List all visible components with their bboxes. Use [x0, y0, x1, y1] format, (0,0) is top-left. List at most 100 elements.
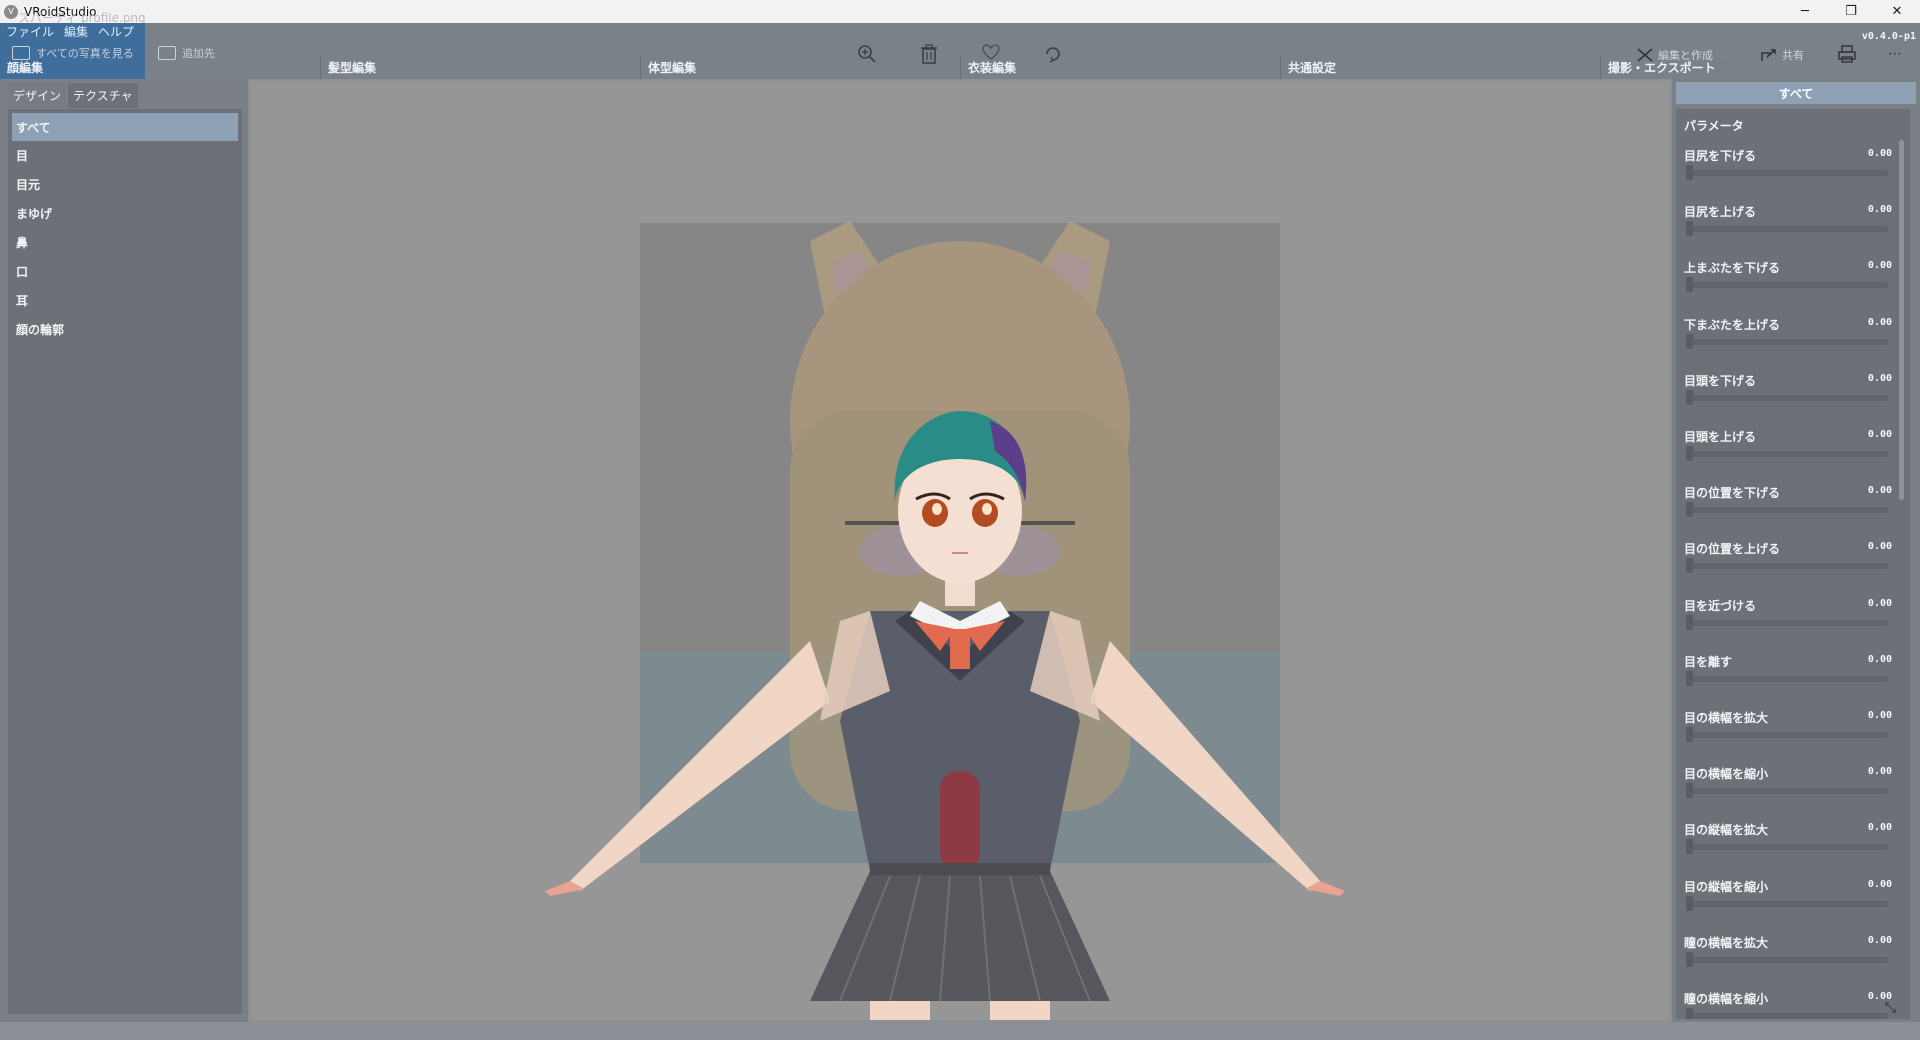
tab-design[interactable]: デザイン	[8, 83, 67, 108]
tab-all-params[interactable]: すべて	[1676, 82, 1916, 104]
menu-edit[interactable]: 編集	[64, 23, 88, 43]
category-item-all[interactable]: すべて	[12, 113, 238, 141]
param-slider[interactable]	[1688, 563, 1888, 570]
tab-common-settings[interactable]: 共通設定	[1280, 56, 1600, 79]
tab-body-edit[interactable]: 体型編集	[640, 56, 960, 79]
tab-face-edit[interactable]: 顔編集	[0, 56, 320, 79]
slider-handle[interactable]	[1686, 614, 1693, 630]
param-slider[interactable]	[1688, 675, 1888, 682]
slider-handle[interactable]	[1686, 558, 1693, 574]
category-item-nose[interactable]: 鼻	[8, 228, 242, 257]
param-value[interactable]: 0.00	[1868, 317, 1892, 328]
slider-handle[interactable]	[1686, 389, 1693, 405]
slider-handle[interactable]	[1686, 446, 1693, 461]
slider-handle[interactable]	[1686, 1008, 1693, 1019]
param-label: 目の縦幅を拡大	[1684, 823, 1769, 838]
slider-handle[interactable]	[1686, 895, 1693, 911]
param-value[interactable]: 0.00	[1868, 429, 1892, 440]
param-slider[interactable]	[1688, 282, 1888, 289]
param-value[interactable]: 0.00	[1868, 204, 1892, 215]
zoom-in-icon[interactable]	[856, 43, 878, 65]
print-icon[interactable]	[1836, 43, 1858, 65]
scrollbar[interactable]	[1899, 140, 1904, 500]
close-button[interactable]: ✕	[1874, 0, 1920, 23]
param-value[interactable]: 0.00	[1868, 260, 1892, 271]
category-item-eyebrow[interactable]: まゆげ	[8, 199, 242, 228]
param-slider[interactable]	[1688, 170, 1888, 176]
param-value[interactable]: 0.00	[1868, 935, 1892, 946]
param-slider[interactable]	[1688, 394, 1888, 401]
param-row: 上まぶたを下げる 0.00	[1684, 259, 1906, 315]
tab-hair-edit[interactable]: 髪型編集	[320, 56, 640, 79]
param-value[interactable]: 0.00	[1868, 373, 1892, 384]
slider-handle[interactable]	[1686, 221, 1693, 237]
param-label: 瞳の横幅を拡大	[1684, 935, 1769, 950]
param-value[interactable]: 0.00	[1868, 710, 1892, 721]
param-slider[interactable]	[1688, 900, 1888, 907]
slider-handle[interactable]	[1686, 951, 1693, 967]
resize-icon[interactable]: ⤡	[1885, 1000, 1896, 1016]
param-value[interactable]: 0.00	[1868, 766, 1892, 777]
minimize-button[interactable]: ─	[1782, 0, 1828, 23]
category-item-eye-area[interactable]: 目元	[8, 170, 242, 199]
trash-icon[interactable]	[918, 43, 940, 65]
category-list: すべて 目 目元 まゆげ 鼻 口 耳 顔の輪郭	[8, 109, 242, 1014]
parameter-list: パラメータ 目尻を下げる 0.00 目尻を上げる 0.00 上まぶたを下げる 0.00 下ま…	[1676, 109, 1910, 1019]
param-slider[interactable]	[1688, 451, 1888, 457]
param-value[interactable]: 0.00	[1868, 148, 1892, 159]
param-row: 目頭を上げる 0.00	[1684, 428, 1906, 484]
param-slider[interactable]	[1688, 956, 1888, 963]
param-row: 目の位置を上げる 0.00	[1684, 540, 1906, 596]
slider-handle[interactable]	[1686, 839, 1693, 855]
param-label: 目頭を上げる	[1684, 430, 1757, 444]
param-row: 目の縦幅を縮小 0.00	[1684, 878, 1906, 934]
param-value[interactable]: 0.00	[1868, 598, 1892, 609]
section-title: パラメータ	[1684, 119, 1744, 133]
param-row: 目の縦幅を拡大 0.00	[1684, 821, 1906, 877]
param-label: 目を離す	[1684, 654, 1733, 669]
param-slider[interactable]	[1688, 1013, 1888, 1019]
param-row: 下まぶたを上げる 0.00	[1684, 316, 1906, 372]
menu-help[interactable]: ヘルプ	[98, 23, 134, 43]
slider-handle[interactable]	[1686, 783, 1693, 799]
left-panel: デザイン テクスチャ すべて 目 目元 まゆげ 鼻 口 耳 顔の輪郭	[0, 79, 248, 1022]
param-slider[interactable]	[1688, 338, 1888, 345]
share-button[interactable]: 共有	[1760, 47, 1804, 63]
category-item-ear[interactable]: 耳	[8, 286, 242, 315]
param-slider[interactable]	[1688, 788, 1888, 795]
more-options-icon[interactable]: ⋯	[1884, 43, 1906, 65]
param-slider[interactable]	[1688, 844, 1888, 851]
title-bar: V VRoidStudio スパーティ profile.png ─ ❐ ✕	[0, 0, 1920, 25]
param-slider[interactable]	[1688, 507, 1888, 514]
param-label: 目尻を下げる	[1684, 149, 1757, 163]
tab-outfit-edit[interactable]: 衣装編集	[960, 56, 1280, 79]
menu-file[interactable]: ファイル	[6, 23, 54, 43]
param-label: 目を近づける	[1684, 598, 1757, 613]
slider-handle[interactable]	[1686, 727, 1693, 742]
param-slider[interactable]	[1688, 619, 1888, 626]
slider-handle[interactable]	[1686, 165, 1693, 180]
param-slider[interactable]	[1688, 226, 1888, 233]
category-item-eye[interactable]: 目	[8, 141, 242, 170]
slider-handle[interactable]	[1686, 277, 1693, 293]
slider-handle[interactable]	[1686, 502, 1693, 518]
param-value[interactable]: 0.00	[1868, 822, 1892, 833]
param-slider[interactable]	[1688, 732, 1888, 738]
param-row: 目の横幅を拡大 0.00	[1684, 709, 1906, 765]
slider-handle[interactable]	[1686, 670, 1693, 686]
category-item-face-contour[interactable]: 顔の輪郭	[8, 315, 242, 344]
param-value[interactable]: 0.00	[1868, 541, 1892, 552]
param-value[interactable]: 0.00	[1868, 654, 1892, 665]
param-row: 目頭を下げる 0.00	[1684, 372, 1906, 428]
heart-icon[interactable]	[980, 41, 1002, 63]
edit-create-button[interactable]: 編集と作成 ⌄	[1636, 47, 1726, 63]
category-item-mouth[interactable]: 口	[8, 257, 242, 286]
param-value[interactable]: 0.00	[1868, 879, 1892, 890]
maximize-button[interactable]: ❐	[1828, 0, 1874, 23]
edit-create-icon	[1637, 48, 1653, 62]
tab-texture[interactable]: テクスチャ	[68, 83, 138, 108]
slider-handle[interactable]	[1686, 333, 1693, 349]
3d-viewport[interactable]	[250, 81, 1670, 1020]
rotate-icon[interactable]	[1042, 43, 1064, 65]
param-value[interactable]: 0.00	[1868, 485, 1892, 496]
